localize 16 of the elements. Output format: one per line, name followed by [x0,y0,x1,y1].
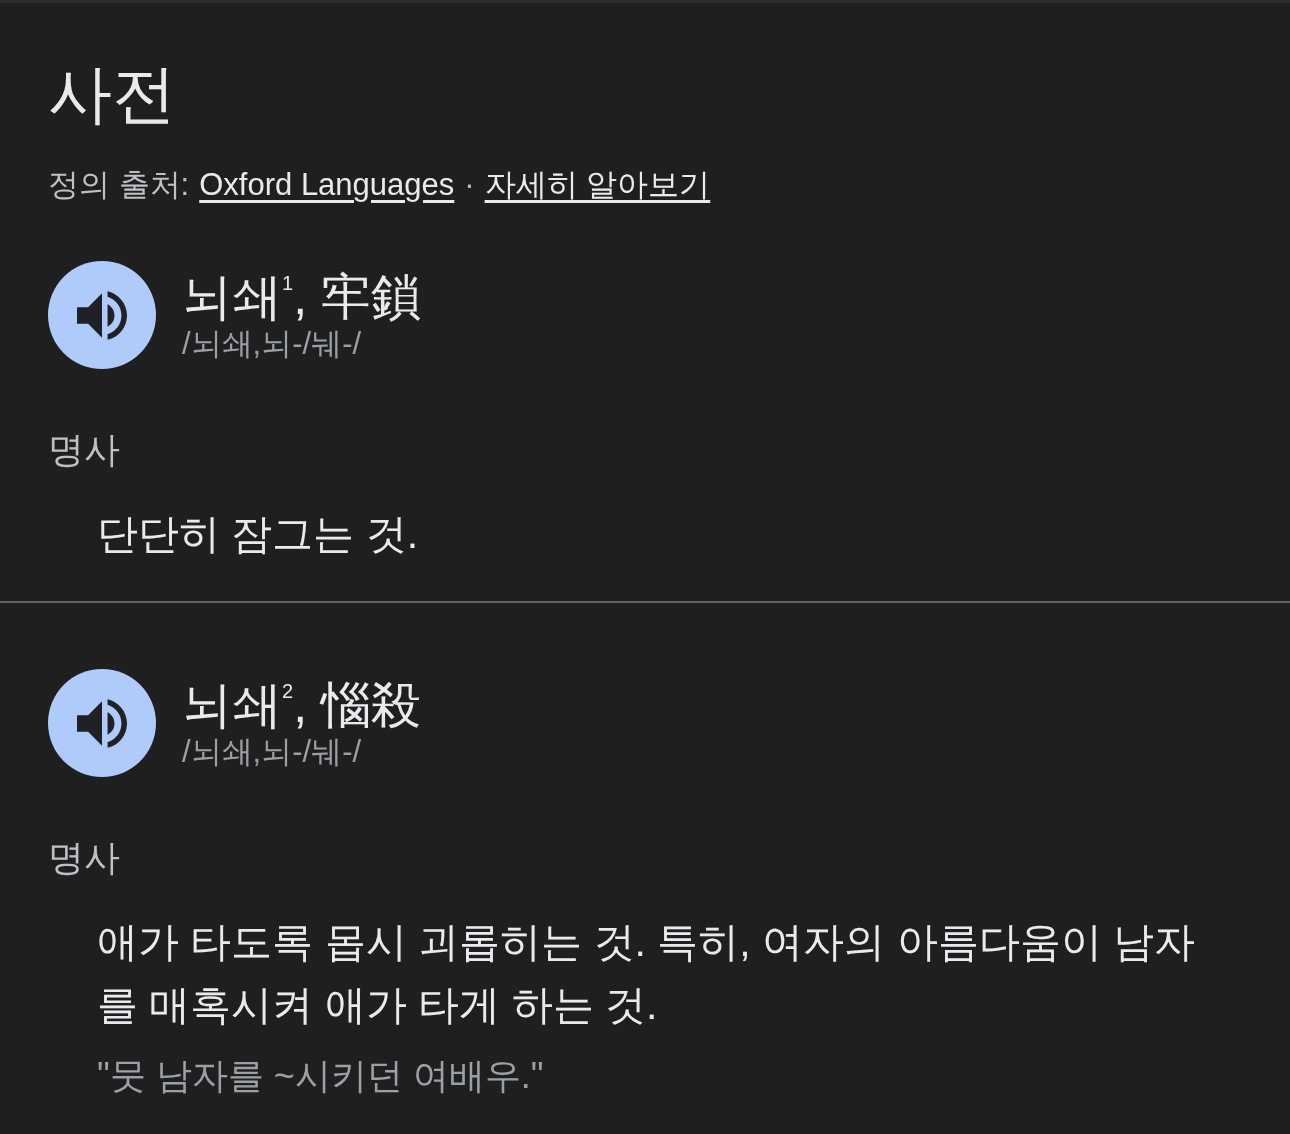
headword-title: 뇌쇄$^{1}$, 牢鎖 [182,268,421,326]
source-link[interactable]: 자세히 알아보기 [484,165,711,205]
pronunciation-text: /뇌쇄,뇌-/눼-/ [182,326,363,362]
speaker-icon [77,698,127,748]
part-of-speech-label: 명사 [48,836,121,880]
source-link[interactable]: Oxford Languages [199,165,455,205]
source-label: 정의 출처: [48,166,190,204]
part-of-speech-label: 명사 [48,428,121,472]
definition-text: 애가 타도록 몹시 괴롭히는 것. 특히, 여자의 아름다움이 남자를 매혹시켜 애가 타게 하는 것. [97,918,1196,1030]
speaker-icon [77,290,127,340]
separator-text: · [464,166,475,204]
definition-text: 단단히 잠그는 것. [97,510,420,559]
pronunciation-text: /뇌쇄,뇌-/눼-/ [182,734,363,770]
headword-title: 뇌쇄$^{2}$, 惱殺 [182,676,421,734]
example-text: "뭇 남자를 ~시키던 여배우." [97,1054,545,1098]
page-title: 사전 [48,57,177,132]
